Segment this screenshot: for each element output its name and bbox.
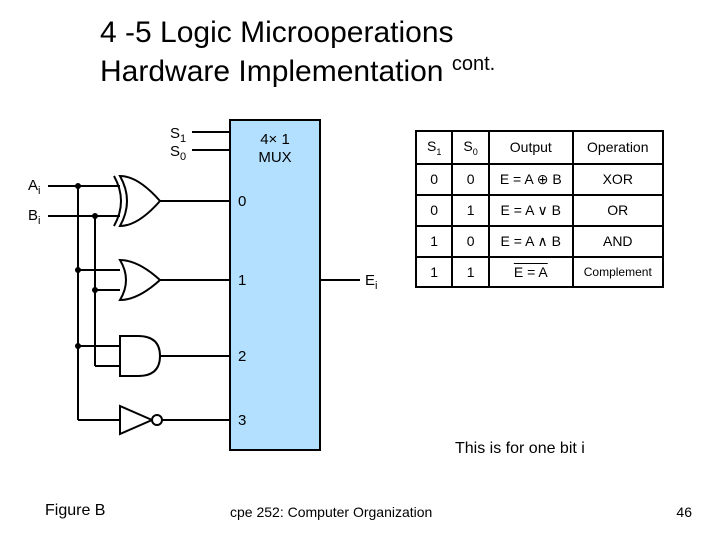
table-row: 0 0 E = A ⊕ B XOR — [416, 164, 663, 195]
mux-title-1: 4× 1 — [260, 131, 290, 148]
select-s0-label: S0 — [170, 143, 186, 163]
table-row: 1 1 E = A Complement — [416, 257, 663, 287]
mux-in3: 3 — [238, 412, 246, 429]
mux-in1: 1 — [238, 272, 246, 289]
input-a-label: Ai — [28, 177, 40, 197]
th-s0: S0 — [452, 131, 488, 164]
figure-caption: Figure B — [45, 502, 105, 520]
xor-gate-icon — [114, 176, 160, 226]
circuit-diagram: Ai Bi S1 S0 — [20, 120, 420, 490]
title-line2: Hardware Implementation — [100, 55, 444, 88]
table-row: 1 0 E = A ∧ B AND — [416, 226, 663, 257]
or-gate-icon — [120, 260, 160, 300]
truth-table: S1 S0 Output Operation 0 0 E = A ⊕ B XOR… — [415, 130, 664, 288]
input-b-label: Bi — [28, 207, 40, 227]
page-number: 46 — [676, 504, 692, 520]
th-s1: S1 — [416, 131, 452, 164]
footer-text: cpe 252: Computer Organization — [230, 504, 432, 520]
table-row: 0 1 E = A ∨ B OR — [416, 195, 663, 226]
output-label: Ei — [365, 272, 377, 292]
title-suffix: cont. — [452, 53, 495, 75]
th-output: Output — [489, 131, 573, 164]
and-gate-icon — [120, 336, 160, 376]
title-line1: 4 -5 Logic Microoperations — [100, 16, 454, 49]
page-title: 4 -5 Logic Microoperations Hardware Impl… — [100, 14, 495, 90]
th-op: Operation — [573, 131, 663, 164]
not-gate-icon — [120, 406, 162, 434]
select-s1-label: S1 — [170, 125, 186, 145]
mux-in0: 0 — [238, 193, 246, 210]
note-text: This is for one bit i — [455, 440, 585, 458]
mux-in2: 2 — [238, 348, 246, 365]
mux-title-2: MUX — [258, 149, 291, 166]
table-header-row: S1 S0 Output Operation — [416, 131, 663, 164]
